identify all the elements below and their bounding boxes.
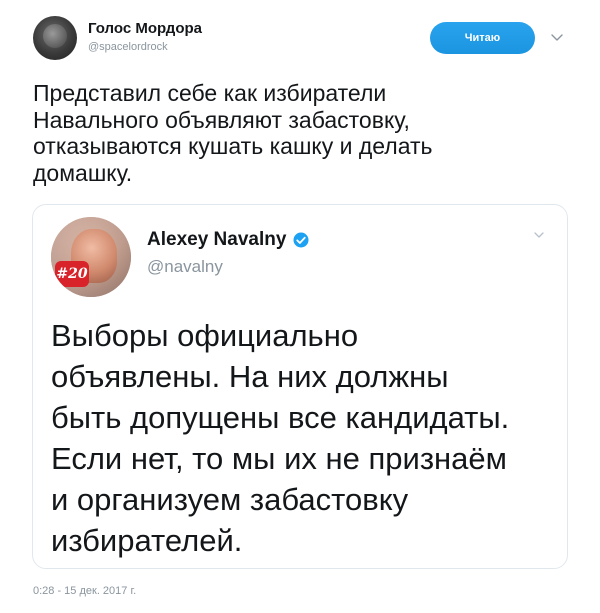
author-display-name[interactable]: Голос Мордора	[88, 20, 202, 37]
author-handle[interactable]: @spacelordrock	[88, 41, 168, 53]
quoted-author-name-row: Alexey Navalny	[147, 229, 310, 251]
verified-badge-icon	[293, 232, 309, 248]
quoted-tweet-card[interactable]: #20 Alexey Navalny @navalny Выборы офици…	[32, 204, 568, 569]
tweet: Голос Мордора @spacelordrock Читаю Предс…	[0, 0, 600, 613]
author-avatar[interactable]	[33, 16, 77, 60]
quoted-author-handle[interactable]: @navalny	[147, 257, 223, 277]
tweet-text: Представил себе как избиратели Навальног…	[33, 80, 433, 186]
quoted-author-display-name[interactable]: Alexey Navalny	[147, 229, 286, 251]
chevron-down-icon[interactable]	[533, 229, 545, 241]
quoted-tweet-text: Выборы официально объявлены. На них долж…	[51, 318, 510, 558]
tweet-timestamp[interactable]: 0:28 - 15 дек. 2017 г.	[33, 585, 136, 597]
follow-button[interactable]: Читаю	[430, 22, 535, 54]
avatar-moon-image	[43, 24, 67, 48]
avatar-badge: #20	[55, 261, 89, 287]
chevron-down-icon[interactable]	[550, 30, 564, 44]
quoted-author-avatar[interactable]: #20	[51, 217, 131, 297]
